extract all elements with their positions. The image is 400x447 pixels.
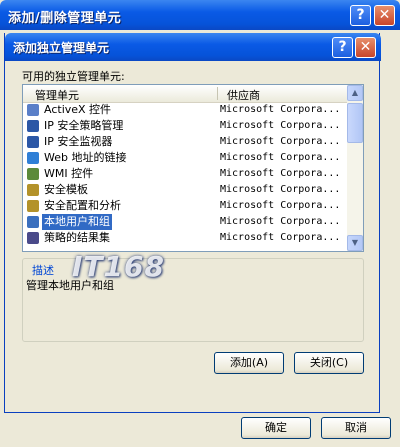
list-item[interactable]: 安全模板 Microsoft Corpora... xyxy=(23,182,348,198)
list-item[interactable]: 安全配置和分析 Microsoft Corpora... xyxy=(23,198,348,214)
list-item[interactable]: IP 安全策略管理 Microsoft Corpora... xyxy=(23,118,348,134)
scroll-thumb[interactable] xyxy=(347,103,363,143)
ip-monitor-icon xyxy=(27,136,39,148)
watermark-logo: IT168 xyxy=(72,250,165,283)
security-config-icon xyxy=(27,200,39,212)
list-scrollbar[interactable]: ▲ ▼ xyxy=(347,85,363,251)
ok-button[interactable]: 确定 xyxy=(241,417,311,439)
column-header-vendor[interactable]: 供应商 xyxy=(227,87,260,103)
list-item[interactable]: ActiveX 控件 Microsoft Corpora... xyxy=(23,102,348,118)
outer-window-title: 添加/删除管理单元 xyxy=(8,11,122,26)
add-button[interactable]: 添加(A) xyxy=(214,352,284,374)
list-item-name: Web 地址的链接 xyxy=(44,151,127,164)
dialog-title-bar: 添加独立管理单元 ? ✕ xyxy=(5,33,381,61)
list-item-vendor: Microsoft Corpora... xyxy=(220,152,341,163)
list-item[interactable]: IP 安全监视器 Microsoft Corpora... xyxy=(23,134,348,150)
cancel-button[interactable]: 取消 xyxy=(321,417,391,439)
list-item[interactable]: 本地用户和组 Microsoft Corpora... xyxy=(23,214,348,230)
list-item-name: WMI 控件 xyxy=(44,167,94,180)
list-item-vendor: Microsoft Corpora... xyxy=(220,136,341,147)
list-item-name: 策略的结果集 xyxy=(44,231,110,244)
list-item[interactable]: Web 地址的链接 Microsoft Corpora... xyxy=(23,150,348,166)
column-separator[interactable] xyxy=(217,87,218,100)
security-template-icon xyxy=(27,184,39,196)
list-rows: ActiveX 控件 Microsoft Corpora... IP 安全策略管理 M… xyxy=(23,102,348,246)
outer-close-button[interactable]: ✕ xyxy=(374,5,395,26)
list-item-vendor: Microsoft Corpora... xyxy=(220,216,341,227)
list-item-name: 安全配置和分析 xyxy=(44,199,121,212)
list-item-vendor: Microsoft Corpora... xyxy=(220,184,341,195)
scroll-down-button[interactable]: ▼ xyxy=(347,235,363,251)
list-label: 可用的独立管理单元: xyxy=(22,70,125,83)
list-item-vendor: Microsoft Corpora... xyxy=(220,200,341,211)
close-button[interactable]: 关闭(C) xyxy=(294,352,364,374)
outer-button-bar: 确定 取消 xyxy=(0,410,400,447)
list-header: 管理单元 供应商 xyxy=(23,85,348,103)
users-icon xyxy=(27,216,39,228)
snapin-list[interactable]: 管理单元 供应商 ActiveX 控件 Microsoft Corpora... I… xyxy=(22,84,364,252)
list-item-vendor: Microsoft Corpora... xyxy=(220,120,341,131)
activex-icon xyxy=(27,104,39,116)
outer-help-button[interactable]: ? xyxy=(350,5,371,26)
scroll-up-button[interactable]: ▲ xyxy=(347,85,363,101)
list-item-vendor: Microsoft Corpora... xyxy=(220,168,341,179)
ip-policy-icon xyxy=(27,120,39,132)
list-item-vendor: Microsoft Corpora... xyxy=(220,232,341,243)
list-item-name: IP 安全监视器 xyxy=(44,135,113,148)
list-item-name: ActiveX 控件 xyxy=(44,103,112,116)
wmi-icon xyxy=(27,168,39,180)
column-header-name[interactable]: 管理单元 xyxy=(35,87,79,103)
dialog-close-button[interactable]: ✕ xyxy=(355,37,376,58)
list-item-name: 安全模板 xyxy=(44,183,88,196)
rsop-icon xyxy=(27,232,39,244)
list-item-name: 本地用户和组 xyxy=(42,214,112,230)
web-link-icon xyxy=(27,152,39,164)
description-legend: 描述 xyxy=(30,262,56,278)
list-item-name: IP 安全策略管理 xyxy=(44,119,124,132)
list-item[interactable]: WMI 控件 Microsoft Corpora... xyxy=(23,166,348,182)
outer-title-bar: 添加/删除管理单元 ? ✕ xyxy=(0,0,400,30)
dialog-help-button[interactable]: ? xyxy=(332,37,353,58)
dialog-title: 添加独立管理单元 xyxy=(13,41,110,55)
list-item[interactable]: 策略的结果集 Microsoft Corpora... xyxy=(23,230,348,246)
list-item-vendor: Microsoft Corpora... xyxy=(220,104,341,115)
